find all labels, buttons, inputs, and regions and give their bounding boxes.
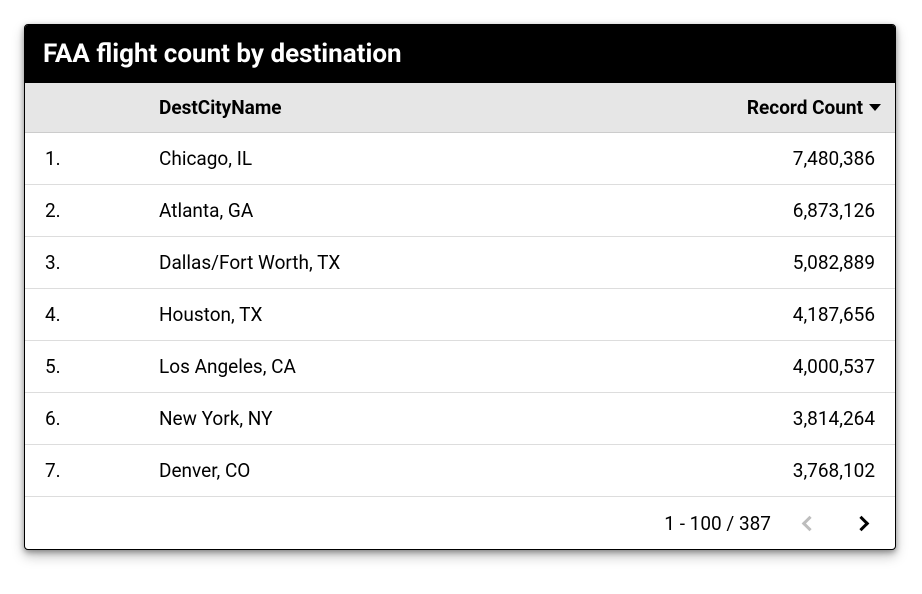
cell-rank: 1. [25, 133, 145, 184]
cell-count: 4,187,656 [655, 289, 895, 340]
table-row: 5. Los Angeles, CA 4,000,537 [25, 341, 895, 393]
cell-rank: 4. [25, 289, 145, 340]
cell-count: 3,768,102 [655, 445, 895, 496]
cell-name: Denver, CO [145, 445, 655, 496]
table-row: 7. Denver, CO 3,768,102 [25, 445, 895, 497]
table-row: 4. Houston, TX 4,187,656 [25, 289, 895, 341]
cell-count: 4,000,537 [655, 341, 895, 392]
table-header-row: DestCityName Record Count [25, 83, 895, 133]
sort-descending-icon [869, 104, 881, 111]
cell-rank: 3. [25, 237, 145, 288]
cell-name: Atlanta, GA [145, 185, 655, 236]
chevron-left-icon [801, 515, 817, 531]
cell-name: Houston, TX [145, 289, 655, 340]
previous-page-button[interactable] [795, 509, 823, 537]
table-row: 3. Dallas/Fort Worth, TX 5,082,889 [25, 237, 895, 289]
card-title: FAA flight count by destination [43, 39, 402, 69]
cell-rank: 5. [25, 341, 145, 392]
data-table-card: FAA flight count by destination DestCity… [24, 24, 896, 550]
cell-count: 6,873,126 [655, 185, 895, 236]
cell-count: 7,480,386 [655, 133, 895, 184]
column-header-recordcount[interactable]: Record Count [655, 83, 895, 132]
next-page-button[interactable] [847, 509, 875, 537]
column-header-destcityname[interactable]: DestCityName [145, 83, 655, 132]
pagination-info: 1 - 100 / 387 [664, 512, 771, 535]
column-header-name-label: DestCityName [159, 96, 282, 119]
card-title-bar: FAA flight count by destination [25, 25, 895, 83]
column-header-rank[interactable] [25, 83, 145, 132]
cell-rank: 6. [25, 393, 145, 444]
table-row: 2. Atlanta, GA 6,873,126 [25, 185, 895, 237]
column-header-count-label: Record Count [747, 96, 863, 119]
cell-name: Chicago, IL [145, 133, 655, 184]
chevron-right-icon [853, 515, 869, 531]
cell-count: 3,814,264 [655, 393, 895, 444]
table-row: 1. Chicago, IL 7,480,386 [25, 133, 895, 185]
cell-rank: 7. [25, 445, 145, 496]
table-row: 6. New York, NY 3,814,264 [25, 393, 895, 445]
table-body: 1. Chicago, IL 7,480,386 2. Atlanta, GA … [25, 133, 895, 497]
cell-name: Dallas/Fort Worth, TX [145, 237, 655, 288]
cell-count: 5,082,889 [655, 237, 895, 288]
cell-name: Los Angeles, CA [145, 341, 655, 392]
table-footer: 1 - 100 / 387 [25, 497, 895, 549]
cell-rank: 2. [25, 185, 145, 236]
cell-name: New York, NY [145, 393, 655, 444]
